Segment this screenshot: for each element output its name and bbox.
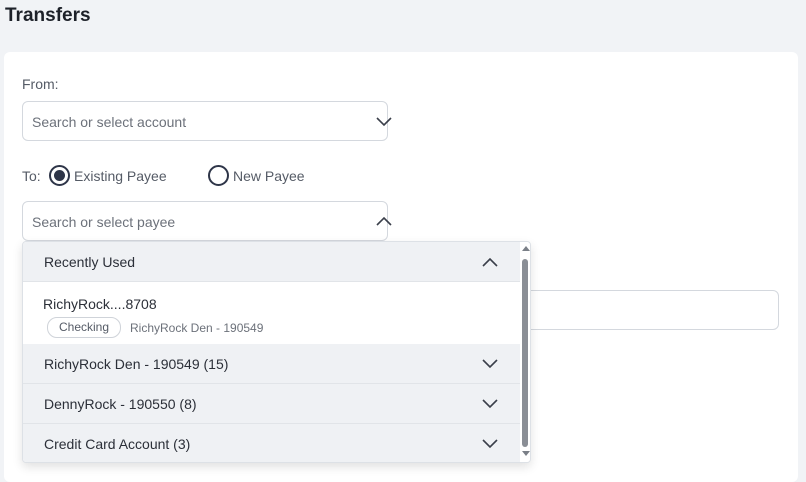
from-account-placeholder: Search or select account	[32, 114, 187, 130]
from-account-select[interactable]: Search or select account	[22, 101, 392, 141]
group-label: Credit Card Account (3)	[44, 436, 191, 452]
chevron-down-icon[interactable]	[482, 359, 498, 369]
new-payee-label: New Payee	[233, 168, 305, 184]
payee-option[interactable]: RichyRock....8708 Checking RichyRock Den…	[23, 283, 520, 344]
chevron-down-icon[interactable]	[482, 399, 498, 409]
group-label: Recently Used	[44, 254, 136, 270]
page-title: Transfers	[5, 5, 91, 26]
payee-account-detail: RichyRock Den - 190549	[130, 321, 264, 335]
scroll-up-arrow-icon[interactable]	[522, 246, 530, 251]
payee-select[interactable]: Search or select payee	[22, 201, 392, 241]
chevron-up-icon[interactable]	[482, 257, 498, 267]
payee-placeholder: Search or select payee	[32, 214, 176, 230]
group-dennyrock[interactable]: DennyRock - 190550 (8)	[23, 384, 520, 424]
from-label: From:	[22, 76, 59, 92]
dropdown-scrollbar[interactable]	[520, 242, 530, 462]
group-label: DennyRock - 190550 (8)	[44, 396, 197, 412]
chevron-down-icon[interactable]	[376, 117, 392, 127]
radio-dot	[54, 170, 65, 181]
existing-payee-label: Existing Payee	[74, 168, 167, 184]
to-label: To:	[22, 168, 41, 184]
amount-field[interactable]	[520, 290, 779, 330]
new-payee-radio[interactable]: New Payee	[208, 164, 318, 188]
chevron-down-icon[interactable]	[482, 439, 498, 449]
radio-checked[interactable]	[49, 165, 70, 186]
group-label: RichyRock Den - 190549 (15)	[44, 356, 229, 372]
radio-unchecked[interactable]	[208, 165, 229, 186]
scroll-down-arrow-icon[interactable]	[522, 451, 530, 456]
account-type-badge: Checking	[47, 317, 122, 338]
group-credit-card-account[interactable]: Credit Card Account (3)	[23, 424, 520, 462]
group-richyrock-den[interactable]: RichyRock Den - 190549 (15)	[23, 344, 520, 384]
existing-payee-radio[interactable]: Existing Payee	[49, 164, 179, 188]
payee-account-name: RichyRock....8708	[43, 296, 157, 312]
payee-dropdown-menu: Recently Used RichyRock....8708 Checking…	[22, 241, 531, 463]
chevron-up-icon[interactable]	[376, 216, 392, 226]
scrollbar-thumb[interactable]	[522, 259, 528, 447]
group-recently-used[interactable]: Recently Used	[23, 242, 520, 282]
